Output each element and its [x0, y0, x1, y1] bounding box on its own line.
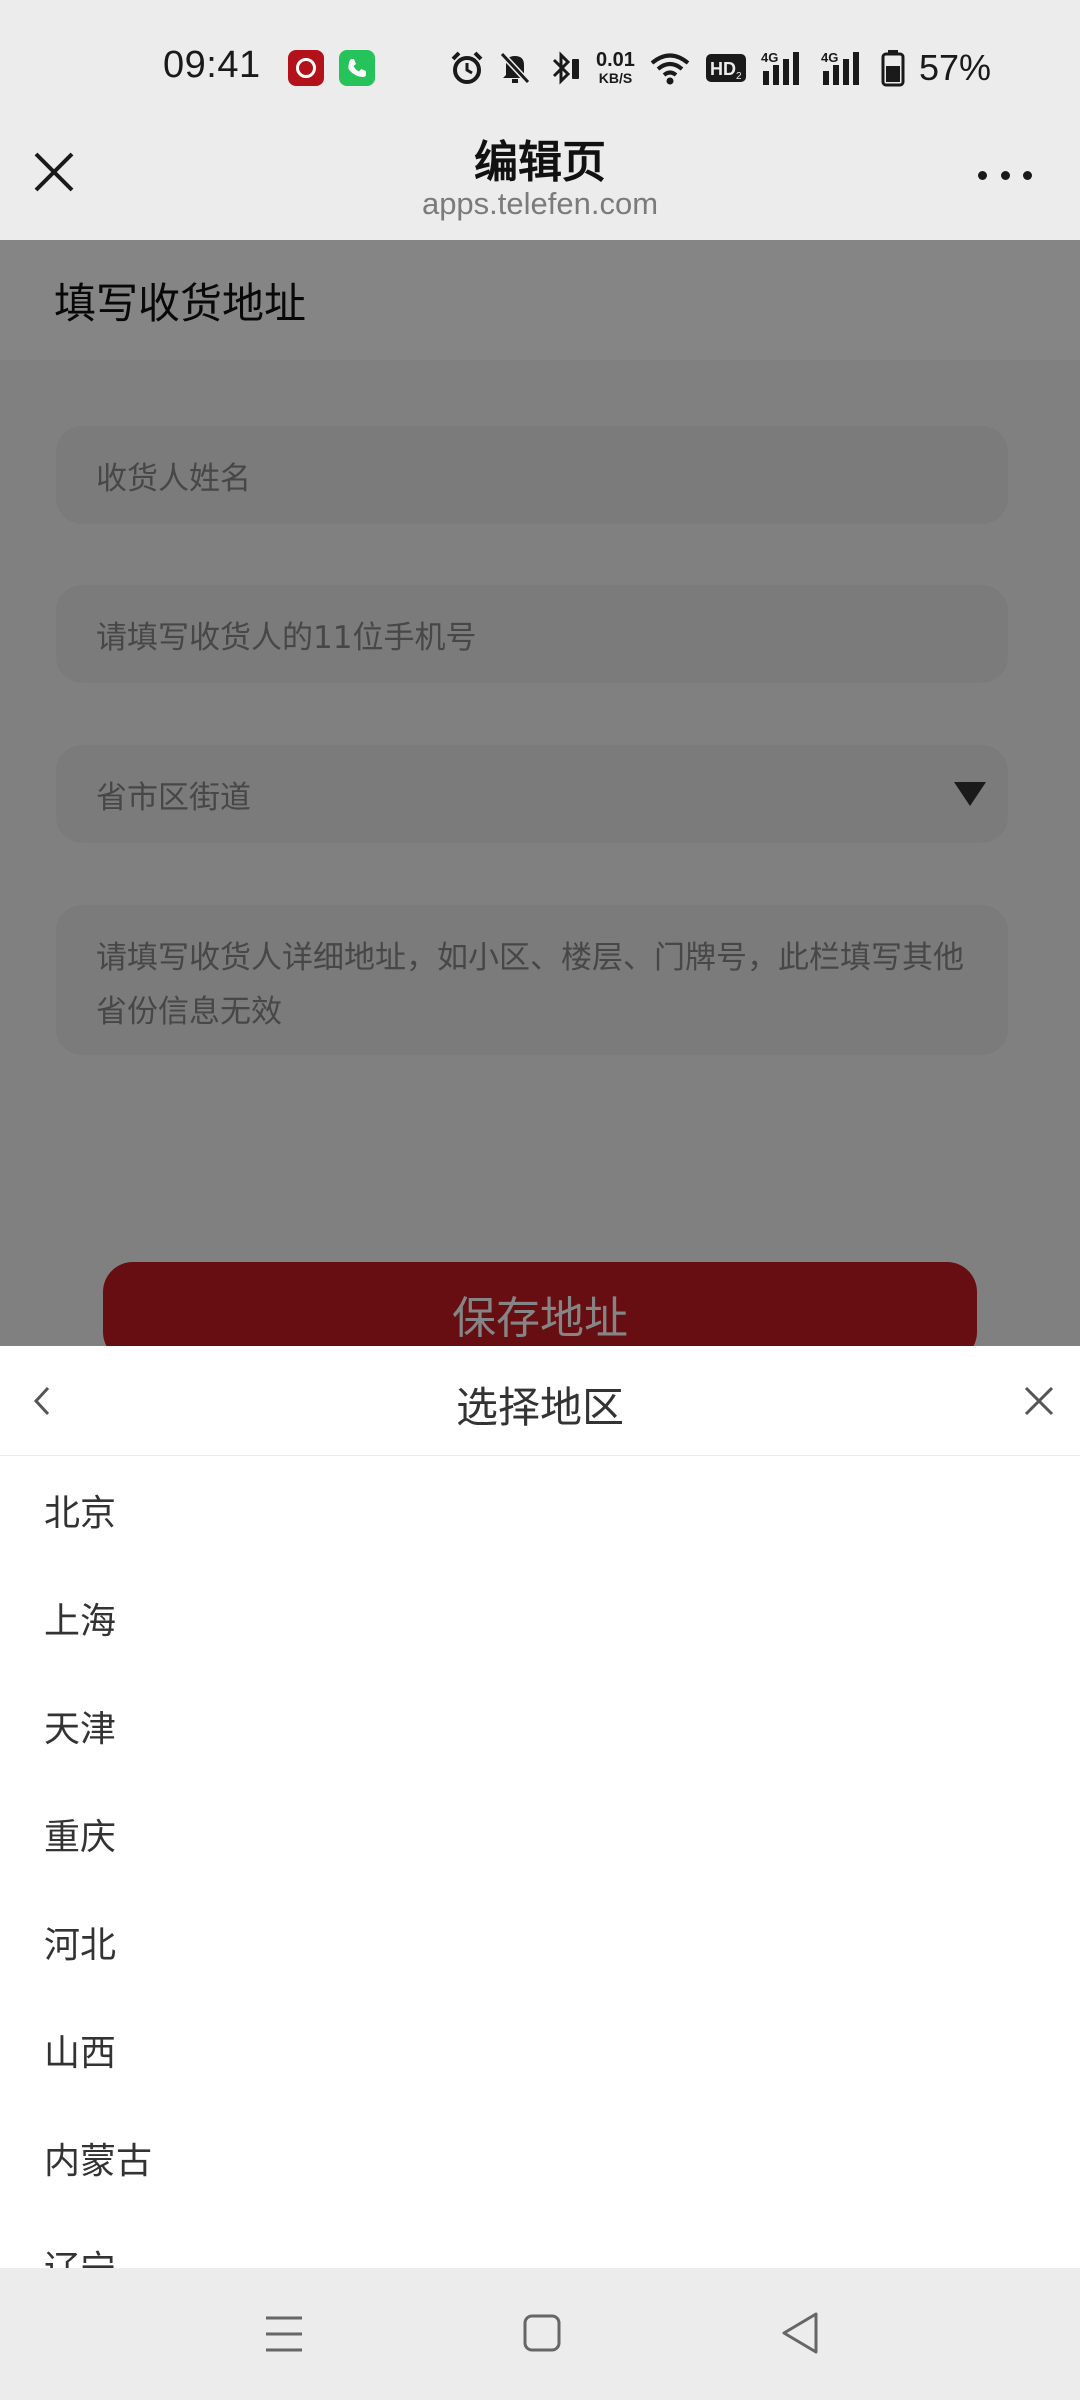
- net-speed: 0.01 KB/S: [596, 48, 635, 86]
- signal-icon: 4G: [821, 50, 859, 85]
- home-icon[interactable]: [522, 2313, 562, 2353]
- page-title: 编辑页: [474, 137, 606, 188]
- modal-overlay[interactable]: [0, 240, 1080, 1346]
- status-bar: 09:41 0.01 KB/S HD 2 4G 4G 57%: [0, 0, 1080, 138]
- region-list: 北京 上海 天津 重庆 河北 山西 内蒙古 辽宁: [0, 1456, 1080, 2268]
- region-picker-sheet: 选择地区 北京 上海 天津 重庆 河北 山西 内蒙古 辽宁: [0, 1346, 1080, 2268]
- icbc-app-icon: [288, 50, 324, 86]
- region-item[interactable]: 北京: [0, 1456, 1080, 1564]
- region-item[interactable]: 天津: [0, 1672, 1080, 1780]
- menu-icon[interactable]: [264, 2315, 304, 2353]
- more-dots-icon[interactable]: [978, 160, 1032, 190]
- status-icons: 0.01 KB/S HD 2 4G 4G 57%: [450, 46, 991, 90]
- alarm-icon: [451, 51, 483, 84]
- svg-text:2: 2: [736, 71, 742, 82]
- region-item[interactable]: 上海: [0, 1564, 1080, 1672]
- page-url: apps.telefen.com: [421, 186, 659, 221]
- phone-app-icon: [339, 50, 375, 86]
- hd-icon: HD 2: [705, 54, 746, 82]
- region-item[interactable]: 内蒙古: [0, 2104, 1080, 2212]
- region-item[interactable]: 河北: [0, 1888, 1080, 1996]
- mute-icon: [499, 51, 531, 85]
- svg-text:HD: HD: [710, 59, 736, 79]
- region-picker-header: 选择地区: [0, 1346, 1080, 1456]
- svg-text:4G: 4G: [761, 50, 778, 65]
- region-item[interactable]: 山西: [0, 1996, 1080, 2104]
- svg-text:4G: 4G: [821, 50, 838, 65]
- battery-percent: 57%: [918, 47, 991, 88]
- wifi-icon: [650, 53, 690, 85]
- close-icon[interactable]: [1020, 1382, 1058, 1420]
- back-triangle-icon[interactable]: [780, 2311, 820, 2355]
- bluetooth-icon: [552, 51, 579, 85]
- status-time: 09:41: [163, 44, 261, 86]
- region-item[interactable]: 辽宁: [0, 2212, 1080, 2268]
- region-item[interactable]: 重庆: [0, 1780, 1080, 1888]
- battery-icon: [881, 50, 905, 87]
- signal-icon: 4G: [761, 50, 799, 85]
- region-picker-title: 选择地区: [455, 1383, 624, 1432]
